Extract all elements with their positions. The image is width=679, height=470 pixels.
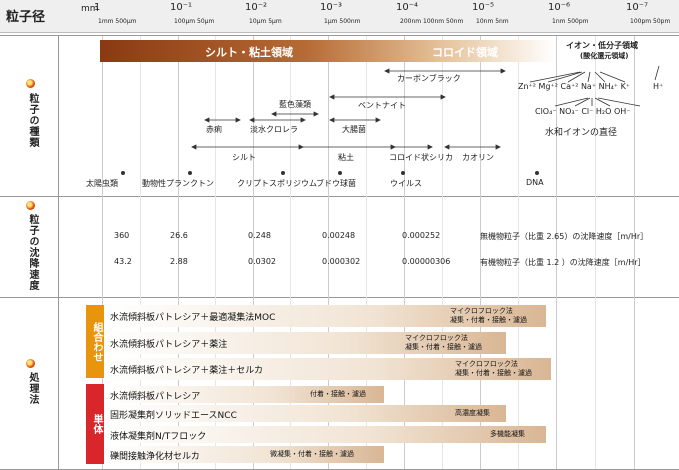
label-red-tide: 赤痢 [206, 125, 222, 134]
label-dna: DNA [526, 178, 544, 187]
settling-value: 43.2 [114, 257, 132, 266]
combo-tag: 組合わせ [86, 305, 104, 378]
treatment-note: 凝集・付着・接触・濾過 [455, 369, 532, 377]
treatment-note: マイクロフロック法 [455, 360, 518, 368]
bullet-icon [26, 201, 35, 212]
label-carbon-black: カーボンブラック [397, 74, 461, 83]
label-hydrated-ion: 水和イオンの直径 [545, 128, 618, 138]
label-virus: ウイルス [390, 179, 422, 188]
treatment-note: マイクロフロック法 [450, 307, 513, 315]
settling-organic-note: 有機物粒子（比重 1.2 ）の沈降速度［m/Hr］ [480, 258, 646, 267]
settling-value: 0.248 [248, 231, 271, 240]
settling-value: 2.88 [170, 257, 188, 266]
label-kaolin: カオリン [462, 153, 494, 162]
particle-size-chart: 粒子径 mm 1 1mm 500μm 10⁻¹ 100μm 50μm 10⁻² 10μm … [0, 0, 679, 470]
section-treatment-label: 処理法 [27, 372, 38, 405]
label-e-coli: 大腸菌 [342, 125, 366, 134]
settling-value: 0.00248 [322, 231, 356, 240]
treatment-label: 固形凝集剤ソリッドエースNCC [110, 411, 237, 421]
treatment-label: 水流傾斜板パトレシア＋最適凝集法MOC [110, 313, 276, 323]
settling-value: 0.00000306 [402, 257, 451, 266]
treatment-label: 水流傾斜板パトレシア [110, 392, 201, 402]
treatment-note: 多機能凝集 [490, 430, 525, 438]
ion-list-anions: ClO₄⁻ NO₃⁻ Cl⁻ H₂O OH⁻ [535, 107, 631, 116]
label-chlorella: 淡水クロレラ [250, 125, 298, 134]
treatment-note: 凝集・付着・接触・濾過 [405, 343, 482, 351]
treatment-note: 凝集・付着・接触・濾過 [450, 316, 527, 324]
settling-inorganic-note: 無機物粒子（比重 2.65）の沈降速度［m/Hr］ [480, 232, 649, 241]
section-settling-label: 粒子の沈降速度 [27, 214, 38, 291]
single-tag: 単体 [86, 384, 104, 464]
settling-value: 0.0302 [248, 257, 276, 266]
label-zooplankton: 動物性プランクトン [142, 179, 214, 188]
label-colloidal-silica: コロイド状シリカ [389, 153, 453, 162]
treatment-note: マイクロフロック法 [405, 334, 468, 342]
treatment-label: 礫間接触浄化材セルカ [110, 452, 200, 462]
settling-value: 360 [114, 231, 130, 240]
treatment-note: 高濃度凝集 [455, 409, 490, 417]
ion-list-cations: Zn⁺² Mg⁺² Ca⁺² Na⁺ NH₄⁺ K⁺ [518, 82, 631, 91]
settling-value: 0.000252 [402, 231, 441, 240]
label-bentonite: ベントナイト [358, 101, 406, 110]
bullet-icon [26, 359, 35, 370]
treatment-label: 液体凝集剤N/Tフロック [110, 432, 207, 442]
treatment-label: 水流傾斜板パトレシア＋薬注 [110, 340, 228, 350]
label-clay: 粘土 [338, 153, 354, 162]
label-silt: シルト [232, 153, 256, 162]
settling-value: 0.000302 [322, 257, 361, 266]
label-sun-worm: 太陽虫類 [86, 179, 118, 188]
settling-value: 26.6 [170, 231, 188, 240]
treatment-label: 水流傾斜板パトレシア＋薬注＋セルカ [110, 366, 264, 376]
particle-ranges [121, 65, 660, 175]
treatment-note: 付着・接触・濾過 [310, 390, 366, 398]
label-blue-green-algae: 藍色藻類 [279, 100, 311, 109]
ion-h: H⁺ [653, 82, 664, 91]
treatment-note: 微凝集・付着・接触・濾過 [270, 450, 354, 458]
label-staph: ブドウ球菌 [316, 179, 356, 188]
label-cryptosporidium: クリプトスポリジウム [237, 179, 317, 188]
